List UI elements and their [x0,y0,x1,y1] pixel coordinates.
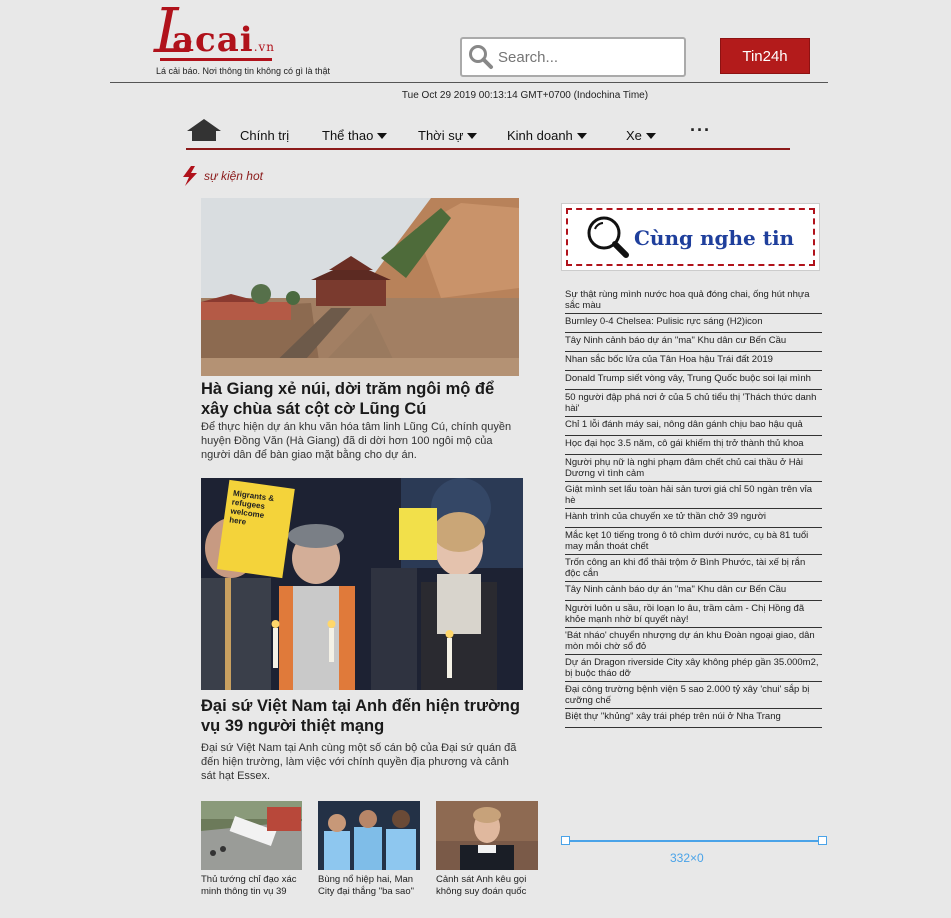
nav-item-label: Kinh doanh [507,128,573,143]
listen-news-title: Cùng nghe tin [634,226,795,250]
header-divider [110,82,828,83]
logo-tld: .vn [253,40,276,54]
selection-line[interactable] [565,840,823,842]
nav-more-button[interactable]: ··· [690,120,711,141]
caret-down-icon [576,132,587,139]
current-datetime: Tue Oct 29 2019 00:13:14 GMT+0700 (Indoc… [401,90,649,101]
main-nav: Chính trị Thể thao Thời sự Kinh doanh Xe… [186,118,790,150]
selection-handle-left[interactable] [561,836,570,845]
news-list-item[interactable]: Tây Ninh cảnh báo dự án "ma" Khu dân cư … [565,333,822,352]
thumb-1-photo[interactable] [201,801,302,870]
news-list-item[interactable]: Học đại học 3.5 năm, cô gái khiếm thị tr… [565,436,822,455]
search-input[interactable] [498,48,668,66]
article-2-photo[interactable]: Migrants & refugees welcome here [201,478,523,690]
nav-item-kinh-doanh[interactable]: Kinh doanh [507,128,587,143]
thumb-2-photo[interactable] [318,801,420,870]
news-list-item[interactable]: Burnley 0-4 Chelsea: Pulisic rực sáng (H… [565,314,822,333]
nav-item-chinh-tri[interactable]: Chính trị [240,128,289,143]
football-players-image [318,801,420,870]
hot-events-link[interactable]: sự kiện hot [182,166,263,186]
hot-label: sự kiện hot [204,169,263,183]
nav-item-thoi-su[interactable]: Thời sự [418,128,478,143]
news-list-item[interactable]: Biệt thự "khủng" xây trái phép trên núi … [565,709,822,728]
nav-item-label: Xe [626,128,642,143]
article-1-summary: Để thực hiện dự án khu văn hóa tâm linh … [201,421,512,461]
tin24h-button[interactable]: Tin24h [720,38,810,74]
caret-down-icon [377,132,388,139]
listen-news-box[interactable]: Cùng nghe tin [561,203,820,271]
tagline: Lá cải báo. Nơi thông tin không có gì là… [156,66,331,76]
selection-handle-right[interactable] [818,836,827,845]
news-list-item[interactable]: Trốn công an khi đổ thải trộm ở Bình Phư… [565,555,822,582]
nav-item-label: Thể thao [322,128,374,143]
listen-news-frame: Cùng nghe tin [566,208,815,266]
police-officer-image [436,801,538,870]
article-1-photo[interactable] [201,198,519,376]
truck-scene-image [201,801,302,870]
thumb-3-caption[interactable]: Cảnh sát Anh kêu gọi không suy đoán quốc [436,874,540,898]
nav-item-label: Thời sự [418,128,464,143]
news-list-item[interactable]: Mắc kẹt 10 tiếng trong ô tô chìm dưới nư… [565,528,822,555]
article-2-title[interactable]: Đại sứ Việt Nam tại Anh đến hiện trường … [201,696,526,736]
selection-dimension-label: 332×0 [670,851,704,865]
headline-list: Sự thật rùng mình nước hoa quả đóng chai… [565,287,822,728]
thumb-1-caption[interactable]: Thủ tướng chỉ đạo xác minh thông tin vụ … [201,874,305,898]
news-list-item[interactable]: Người luôn u sầu, rồi loạn lo âu, trầm c… [565,601,822,628]
caret-down-icon [467,132,478,139]
news-list-item[interactable]: Nhan sắc bốc lửa của Tân Hoa hậu Trái đấ… [565,352,822,371]
news-list-item[interactable]: Sự thật rùng mình nước hoa quả đóng chai… [565,287,822,314]
search-icon [469,45,493,69]
news-list-item[interactable]: Giật mình set lẩu toàn hải sản tươi giá … [565,482,822,509]
news-list-item[interactable]: Người phụ nữ là nghi phạm đâm chết chủ c… [565,455,822,482]
caret-down-icon [645,132,656,139]
logo-text: acai [172,20,254,60]
thumb-2-caption[interactable]: Bùng nổ hiệp hai, Man City đại thắng "ba… [318,874,422,898]
home-icon[interactable] [186,118,222,142]
logo-word: acai.vn [172,20,275,60]
news-list-item[interactable]: Donald Trump siết vòng vây, Trung Quốc b… [565,371,822,390]
logo-underline [160,58,272,61]
thumb-3-photo[interactable] [436,801,538,870]
article-2-summary: Đại sứ Việt Nam tại Anh cùng một số cán … [201,742,517,782]
news-list-item[interactable]: 'Bát nháo' chuyển nhượng dự án khu Đoàn … [565,628,822,655]
article-1-title[interactable]: Hà Giang xẻ núi, dời trăm ngôi mộ để xây… [201,379,521,419]
lightning-icon [183,166,197,186]
news-list-item[interactable]: Tây Ninh cảnh báo dự án "ma" Khu dân cư … [565,582,822,601]
news-list-item[interactable]: Đại công trường bệnh viện 5 sao 2.000 tỷ… [565,682,822,709]
sign-text: Migrants & refugees welcome here [228,488,275,527]
news-list-item[interactable]: Dự án Dragon riverside City xây không ph… [565,655,822,682]
nav-item-xe[interactable]: Xe [626,128,656,143]
nav-item-label: Chính trị [240,128,290,143]
news-list-item[interactable]: 50 người đập phá nơi ở của 5 chủ tiểu th… [565,390,822,417]
magnifier-icon [587,216,629,258]
search-box[interactable] [460,37,686,77]
news-list-item[interactable]: Hành trình của chuyến xe tử thần chở 39 … [565,509,822,528]
nav-item-the-thao[interactable]: Thể thao [322,128,388,143]
mountain-temple-image [201,198,519,376]
news-list-item[interactable]: Chỉ 1 lỗi đánh máy sai, nông dân gánh ch… [565,417,822,436]
